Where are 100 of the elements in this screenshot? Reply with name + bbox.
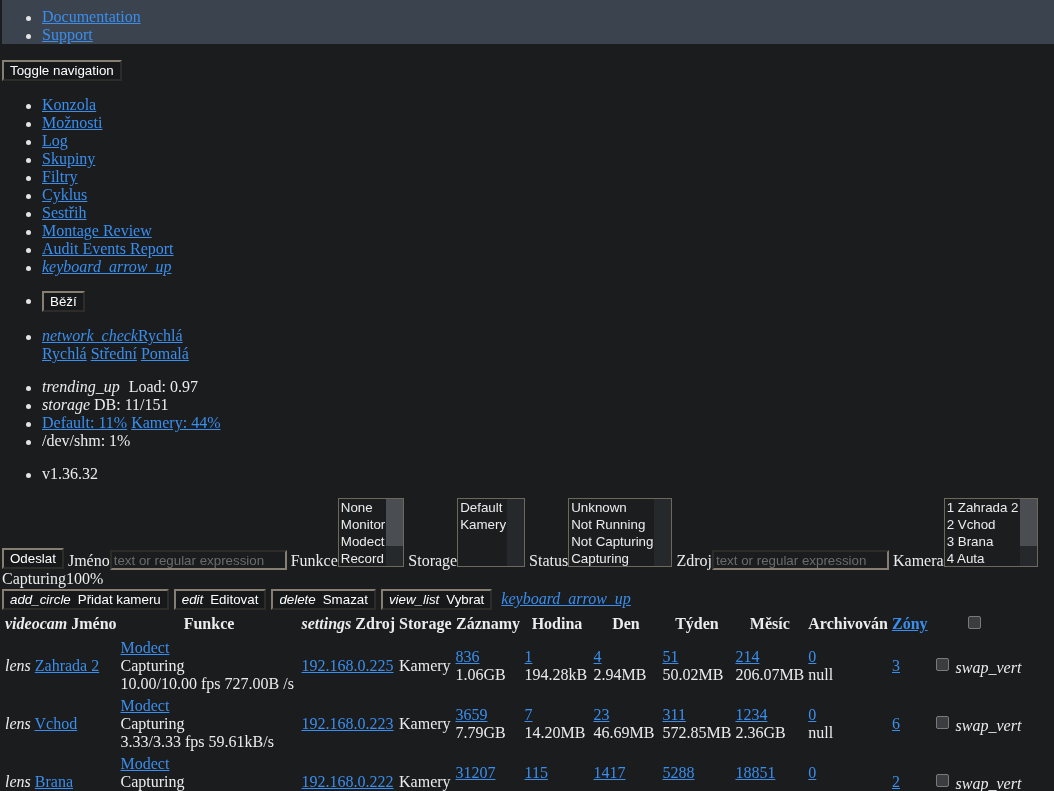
menu-link[interactable]: Konzola [42,96,97,114]
scrollbar[interactable] [386,499,404,566]
scrollbar[interactable] [1019,499,1037,566]
event-count-link[interactable]: 0 [808,648,817,666]
source-link[interactable]: 192.168.0.222 [301,773,394,790]
event-count-link[interactable]: 0 [808,764,817,782]
menu-link[interactable]: Možnosti [42,114,103,132]
icon-ligature-text: storage [42,396,90,414]
function-link[interactable]: Modect [120,755,170,773]
event-size-text: null [808,666,834,684]
bullet-icon [26,212,31,217]
filter-input[interactable]: text or regular expression [712,550,889,570]
event-count-link[interactable]: 51 [662,648,679,666]
menu-link[interactable]: Montage Review [42,222,152,240]
zones-link[interactable]: 3 [892,657,900,674]
listbox-option[interactable]: Default [460,499,507,516]
scrollbar[interactable] [507,499,525,566]
bandwidth-option-link[interactable]: Pomalá [140,345,189,363]
menu-link[interactable]: Log [42,132,68,150]
filter-listbox[interactable]: Default Kamery [457,498,526,567]
filter-label: Jméno [67,552,110,570]
bullet-icon [26,266,31,271]
storage-link[interactable]: Default: 11% [42,414,128,432]
bandwidth-option-link[interactable]: Rychlá [42,345,87,363]
event-size-text: 206.07MB [735,666,805,684]
listbox-option[interactable]: Unknown [571,499,654,516]
listbox-option[interactable]: Modect [340,533,386,550]
zones-link[interactable]: 2 [892,773,900,790]
monitor-name-link[interactable]: Zahrada 2 [34,657,100,674]
listbox-option[interactable]: Not Capturing [571,533,654,550]
nav-link[interactable]: Documentation [42,8,141,26]
filter-label: Funkce [290,552,338,570]
menu-link[interactable]: Skupiny [42,150,96,168]
event-count-link[interactable]: 1 [524,648,533,666]
action-button[interactable]: add_circle Přidat kameru [2,589,169,610]
bandwidth-link[interactable]: network_checkRychlá [42,327,183,345]
listbox-option[interactable]: 2 Vchod [946,516,1019,533]
event-count-link[interactable]: 115 [524,764,548,782]
monitor-name-link[interactable]: Brana [34,773,73,790]
filter-listbox[interactable]: 1 Zahrada 2 2 Vchod 3 Brana 4 Auta [943,498,1038,567]
listbox-option[interactable]: Monitor [340,516,386,533]
toggle-navigation-button[interactable]: Toggle navigation [2,60,122,81]
row-checkbox[interactable] [935,658,949,671]
filter-listbox[interactable]: None Monitor Modect Record [337,498,405,567]
collapse-link[interactable]: keyboard_arrow_up [501,590,631,608]
row-checkbox[interactable] [935,716,949,729]
event-count-link[interactable]: 1234 [735,706,768,724]
column-header: Měsíc [748,614,791,634]
scrollbar[interactable] [654,499,672,566]
event-count-link[interactable]: 23 [593,706,610,724]
collapse-link[interactable]: keyboard_arrow_up [42,258,172,276]
function-link[interactable]: Modect [120,697,170,715]
scrollbar-thumb[interactable] [386,499,404,546]
event-count-link[interactable]: 836 [455,648,480,666]
bullet-icon [26,194,31,199]
event-count-link[interactable]: 0 [808,706,817,724]
action-button[interactable]: delete Smazat [271,589,376,610]
menu-link[interactable]: Audit Events Report [42,240,174,258]
zones-link[interactable]: 6 [892,715,900,732]
storage-link[interactable]: Kamery: 44% [131,414,221,432]
action-button[interactable]: edit Editovat [173,589,267,610]
listbox-option[interactable]: 3 Brana [946,533,1019,550]
select-all-checkbox[interactable] [968,616,982,629]
listbox-option[interactable]: Kamery [460,516,507,533]
listbox-option[interactable]: None [340,499,386,516]
listbox-option[interactable]: Not Running [571,516,654,533]
menu-link[interactable]: Sestřih [42,204,87,222]
event-count-link[interactable]: 18851 [735,764,776,782]
column-header: Funkce [182,614,236,634]
nav-link[interactable]: Support [42,26,93,44]
bandwidth-option-link[interactable]: Střední [90,345,137,363]
event-count-link[interactable]: 1417 [593,764,626,782]
scrollbar-thumb[interactable] [1019,499,1037,546]
event-count-link[interactable]: 214 [735,648,760,666]
event-count-link[interactable]: 3659 [455,706,488,724]
filter-label: Zdroj [676,552,712,570]
function-link[interactable]: Modect [120,639,170,657]
listbox-option[interactable]: Record [340,550,386,567]
menu-link[interactable]: Cyklus [42,186,88,204]
run-state-button[interactable]: Běží [42,291,85,312]
menu-link[interactable]: Filtry [42,168,78,186]
source-link[interactable]: 192.168.0.223 [301,715,394,732]
event-count-link[interactable]: 311 [662,706,686,724]
row-checkbox[interactable] [935,774,949,787]
status-text: Capturing [120,715,185,733]
filter-listbox[interactable]: Unknown Not Running Not Capturing Capturing [568,498,673,567]
listbox-option[interactable]: 1 Zahrada 2 [946,499,1019,516]
event-count-link[interactable]: 4 [593,648,602,666]
event-count-link[interactable]: 31207 [455,764,496,782]
event-count-link[interactable]: 5288 [662,764,695,782]
listbox-option[interactable]: 4 Auta [946,550,1019,567]
zones-header-link[interactable]: Zóny [892,615,928,632]
status-text: Capturing [120,657,185,675]
listbox-option[interactable]: Capturing [571,550,654,567]
submit-button[interactable]: Odeslat [2,548,64,569]
source-link[interactable]: 192.168.0.225 [301,657,394,674]
event-count-link[interactable]: 7 [524,706,533,724]
monitor-name-link[interactable]: Vchod [34,715,78,732]
action-button[interactable]: view_list Vybrat [380,589,493,610]
filter-input[interactable]: text or regular expression [109,550,287,570]
